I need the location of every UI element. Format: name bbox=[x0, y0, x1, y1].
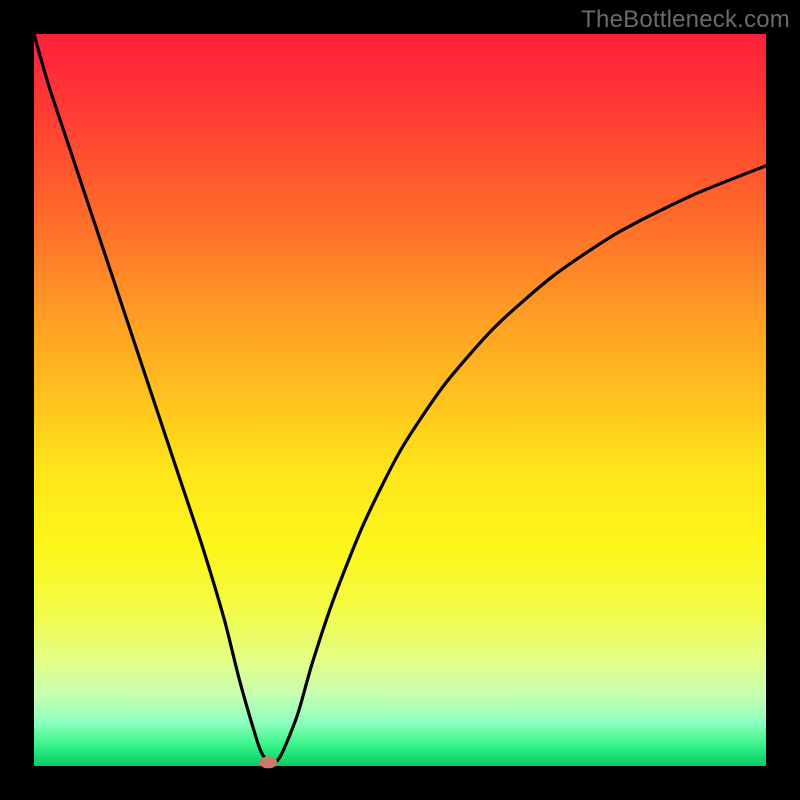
chart-svg bbox=[34, 34, 766, 766]
plot-area bbox=[34, 34, 766, 766]
bottleneck-curve bbox=[34, 34, 766, 763]
chart-frame: TheBottleneck.com bbox=[0, 0, 800, 800]
optimal-point-marker bbox=[259, 756, 277, 768]
watermark-text: TheBottleneck.com bbox=[581, 6, 790, 34]
